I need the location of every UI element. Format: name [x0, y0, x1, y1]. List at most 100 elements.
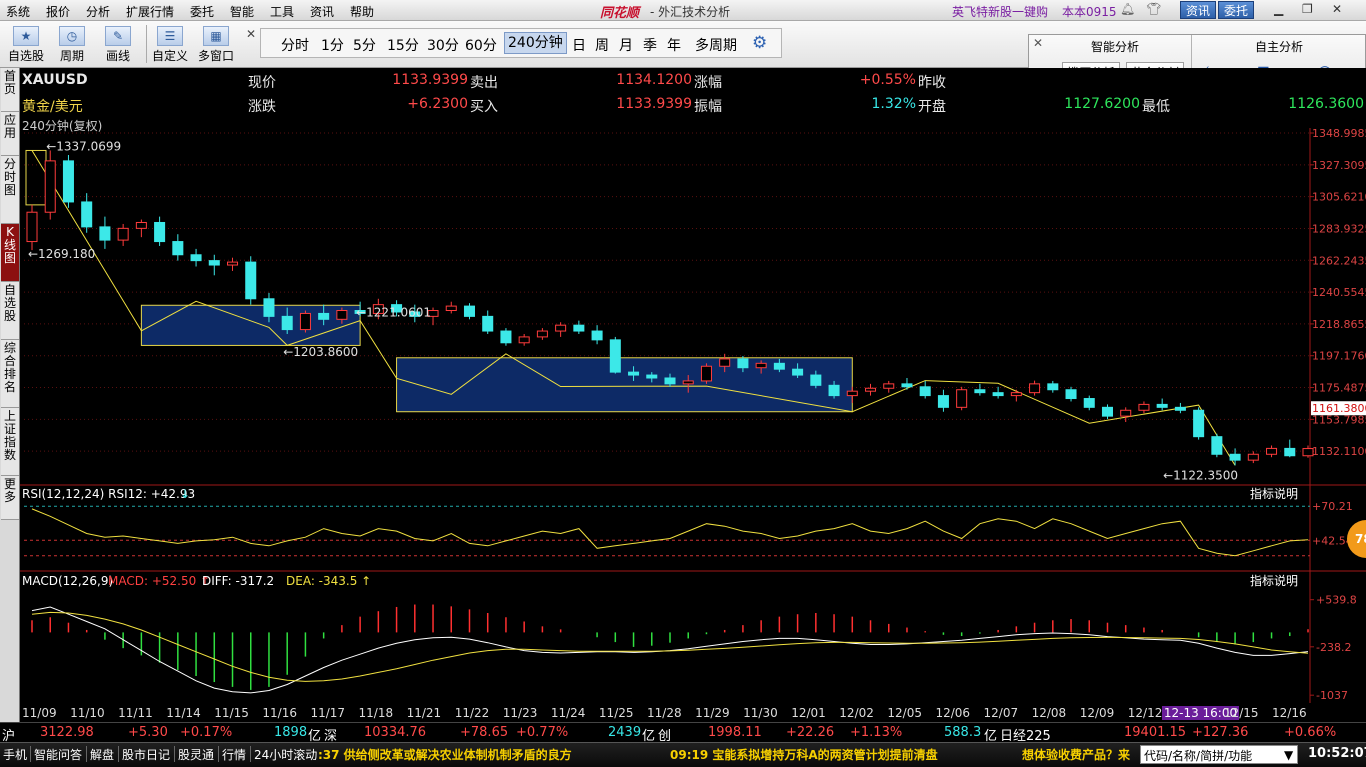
period-year[interactable]: 年	[667, 35, 681, 55]
sell-label: 卖出	[470, 75, 498, 91]
macd-diff-label: DIFF: -317.2	[202, 574, 274, 588]
date-tick-label: 11/11	[118, 706, 153, 720]
period-30min[interactable]: 30分	[427, 35, 459, 55]
sidebar-item-label: 更多	[3, 477, 16, 504]
nikkei-value[interactable]: 19401.15	[1124, 725, 1186, 740]
sidebar-item-apps[interactable]: 应用	[1, 112, 19, 156]
period-week[interactable]: 周	[595, 35, 609, 55]
date-tick-label: 11/16	[262, 706, 297, 720]
candle-body	[1229, 453, 1241, 461]
draw-button[interactable]: ✎ 画线	[96, 24, 140, 66]
watchlist-button[interactable]: ★ 自选股	[4, 24, 48, 66]
y-tick-label: 1305.6210	[1312, 191, 1366, 204]
toolbar-separator	[146, 25, 147, 63]
menu-news[interactable]: 资讯	[310, 3, 334, 20]
candle-body	[591, 330, 603, 341]
price-panel: ←1337.0699 ←1269.180 ←1221.0601 ←1203.8600 ←…	[25, 139, 1314, 482]
sh-index-value[interactable]: 3122.98	[40, 725, 94, 740]
sidebar-item-more[interactable]: 更多	[1, 476, 19, 520]
news-ticker-item[interactable]: :37 供给侧改革或解决农业体制机制矛盾的良方	[318, 746, 572, 763]
candle-body	[1101, 406, 1113, 417]
cy-index-pct: +1.13%	[850, 725, 903, 740]
y-tick-label: 1283.9325	[1312, 222, 1366, 235]
menu-tools[interactable]: 工具	[270, 3, 294, 20]
candle-body	[336, 310, 348, 320]
tab-smart-analysis[interactable]: 智能分析	[1091, 38, 1139, 55]
status-separator	[250, 746, 251, 762]
candle-body	[664, 377, 676, 385]
restore-icon[interactable]: ❐	[1302, 2, 1313, 16]
tab-custom-analysis[interactable]: 自主分析	[1255, 38, 1303, 55]
status-24h-scroll[interactable]: 24小时滚动	[254, 746, 317, 763]
candle-body	[1247, 453, 1259, 461]
cy-index-value[interactable]: 1998.11	[708, 725, 762, 740]
date-tick-label: 11/18	[358, 706, 394, 720]
chevron-down-icon[interactable]: ▼	[1284, 748, 1293, 762]
trade-button[interactable]: 委托	[1218, 1, 1255, 19]
period-15min[interactable]: 15分	[387, 35, 419, 55]
close-icon[interactable]: ✕	[1332, 2, 1342, 16]
promo-link[interactable]: 英飞特新股一键购	[952, 3, 1048, 20]
open-label: 开盘	[918, 99, 946, 115]
status-review[interactable]: 解盘	[90, 746, 114, 763]
close-icon[interactable]: ✕	[1033, 36, 1043, 50]
gear-icon[interactable]: ⚙	[752, 33, 767, 53]
sz-index-value[interactable]: 10334.76	[364, 725, 426, 740]
menu-quote[interactable]: 报价	[46, 3, 70, 20]
menu-system[interactable]: 系统	[6, 3, 30, 20]
period-month[interactable]: 月	[619, 35, 633, 55]
sidebar-item-timeshare[interactable]: 分时图	[1, 156, 19, 224]
menu-trade[interactable]: 委托	[190, 3, 214, 20]
amplitude-label: 振幅	[694, 99, 722, 115]
sidebar-item-home[interactable]: 首页	[1, 68, 19, 112]
period-5min[interactable]: 5分	[353, 35, 376, 55]
bell-icon[interactable]: 🔔︎	[1120, 2, 1135, 16]
sidebar-item-kline[interactable]: K线图	[1, 224, 19, 282]
sidebar-item-watchlist[interactable]: 自选股	[1, 282, 19, 340]
low-label: 最低	[1142, 99, 1170, 115]
period-timeshare[interactable]: 分时	[281, 35, 309, 55]
status-smart-qa[interactable]: 智能问答	[34, 746, 82, 763]
period-1min[interactable]: 1分	[321, 35, 344, 55]
period-60min[interactable]: 60分	[465, 35, 497, 55]
status-stock-link[interactable]: 股灵通	[178, 746, 214, 763]
period-button[interactable]: ◷ 周期	[50, 24, 94, 66]
news-ticker-item[interactable]: 09:19 宝能系拟增持万科A的两资管计划提前清盘	[670, 746, 938, 763]
user-name[interactable]: 本本0915	[1062, 3, 1117, 20]
macd-dea-line	[31, 611, 1309, 682]
menu-smart[interactable]: 智能	[230, 3, 254, 20]
macd-label: MACD(12,26,9)	[22, 574, 113, 588]
status-separator	[30, 746, 31, 762]
date-tick-label: 12/15	[1223, 706, 1259, 720]
sidebar-item-sh-index[interactable]: 上证指数	[1, 408, 19, 476]
period-season[interactable]: 季	[643, 35, 657, 55]
status-separator	[174, 746, 175, 762]
search-input[interactable]: 代码/名称/简拼/功能	[1140, 745, 1298, 764]
promo-ticker-item[interactable]: 想体验收费产品？来	[1022, 746, 1130, 763]
multi-window-button[interactable]: ▦ 多窗口	[194, 24, 238, 66]
custom-button[interactable]: ☰ 自定义	[148, 24, 192, 66]
y-tick-label: 1153.7985	[1312, 413, 1366, 426]
status-mobile[interactable]: 手机	[3, 746, 27, 763]
menu-ext-quote[interactable]: 扩展行情	[126, 3, 174, 20]
watchlist-label: 自选股	[7, 49, 44, 63]
shirt-icon[interactable]: 👕︎	[1146, 2, 1161, 16]
nikkei-change: +127.36	[1192, 725, 1249, 740]
period-240min[interactable]: 240分钟	[504, 32, 567, 54]
menu-analysis[interactable]: 分析	[86, 3, 110, 20]
kline-chart[interactable]: 1348.9985 1327.3095 1305.6210 1283.9325 1262…	[20, 128, 1366, 703]
date-tick-label: 12/07	[983, 706, 1019, 720]
toolbar-collapse-icon[interactable]: ✕	[246, 27, 256, 41]
menu-help[interactable]: 帮助	[350, 3, 374, 20]
status-bar: 手机 智能问答 解盘 股市日记 股灵通 行情 24小时滚动 :37 供给侧改革或…	[0, 742, 1366, 767]
period-day[interactable]: 日	[572, 35, 586, 55]
status-diary[interactable]: 股市日记	[122, 746, 170, 763]
candle-body	[263, 298, 275, 317]
status-quotes[interactable]: 行情	[222, 746, 246, 763]
sidebar-item-ranking[interactable]: 综合排名	[1, 340, 19, 408]
candle-body	[555, 324, 567, 332]
news-button[interactable]: 资讯	[1180, 1, 1217, 19]
macd-dea-label: DEA: -343.5 ↑	[286, 574, 371, 588]
minimize-icon[interactable]: ▁	[1274, 2, 1283, 16]
period-multi[interactable]: 多周期	[695, 35, 737, 55]
